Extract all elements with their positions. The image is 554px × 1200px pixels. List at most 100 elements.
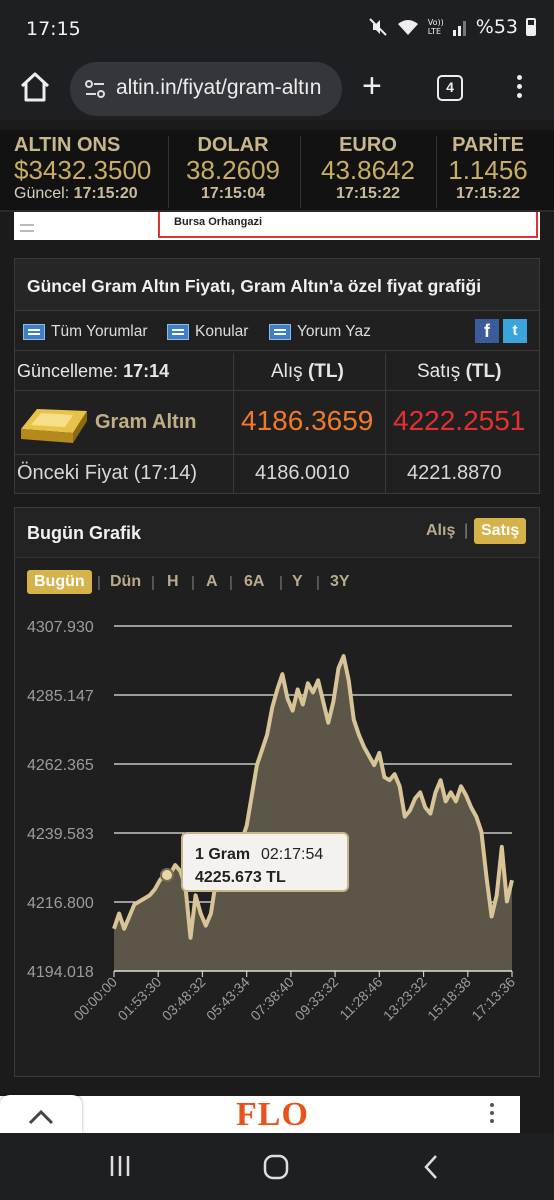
x-tick-label: 15:18:38 bbox=[424, 974, 474, 1024]
sell-price: 4222.2551 bbox=[393, 405, 526, 436]
comment-icon bbox=[269, 324, 291, 340]
ticker-time: 17:15:04 bbox=[200, 185, 266, 202]
prev-sell-price: 4221.8870 bbox=[407, 462, 502, 484]
tab-bugun[interactable]: Bugün bbox=[27, 570, 92, 594]
ticker-name: EURO bbox=[339, 134, 397, 156]
x-tick-label: 05:43:34 bbox=[203, 974, 253, 1024]
x-tick-label: 01:53:30 bbox=[114, 974, 164, 1024]
tab-dun[interactable]: Dün bbox=[103, 570, 148, 594]
price-chart[interactable]: 4307.930 4285.147 4262.365 4239.583 4216.800… bbox=[15, 604, 539, 1074]
prev-buy-price: 4186.0010 bbox=[255, 462, 350, 484]
sell-header-label: Satış bbox=[417, 361, 461, 382]
new-tab-button[interactable]: + bbox=[362, 69, 382, 103]
range-tabs: Bugün | Dün | H | A | 6A | Y | 3Y bbox=[15, 568, 541, 604]
tab-3y[interactable]: 3Y bbox=[323, 570, 357, 594]
url-text: altin.in/fiyat/gram-altın bbox=[116, 76, 322, 99]
update-time: 17:14 bbox=[123, 361, 170, 381]
tooltip-series: 1 Gram bbox=[195, 846, 250, 863]
prev-price-label: Önceki Fiyat (17:14) bbox=[17, 462, 198, 484]
link-topics[interactable]: Konular bbox=[167, 323, 248, 341]
link-label: Yorum Yaz bbox=[297, 323, 371, 340]
ticker-name: ALTIN ONS bbox=[14, 134, 121, 156]
twitter-icon[interactable]: t bbox=[503, 319, 527, 343]
chart-header: Bugün Grafik Alış | Satış bbox=[15, 508, 539, 558]
ad-menu-icon[interactable] bbox=[490, 1103, 496, 1127]
tooltip: 1 Gram 02:17:54 4225.673 TL bbox=[181, 832, 349, 892]
ticker-time: 17:15:22 bbox=[335, 185, 401, 202]
buy-header-label: Alış bbox=[271, 361, 303, 382]
price-area bbox=[114, 656, 512, 971]
status-time: 17:15 bbox=[26, 18, 81, 40]
chart-panel: Bugün Grafik Alış | Satış Bugün | Dün | … bbox=[14, 507, 540, 1077]
link-label: Konular bbox=[195, 323, 249, 340]
panel-title: Güncel Gram Altın Fiyatı, Gram Altın'a ö… bbox=[15, 259, 539, 311]
mute-icon bbox=[369, 18, 387, 36]
ticker-parite[interactable]: PARİTE 1.1456 17:15:22 bbox=[438, 134, 538, 204]
link-write-comment[interactable]: Yorum Yaz bbox=[269, 323, 371, 341]
browser-toolbar: altin.in/fiyat/gram-altın + 4 bbox=[0, 58, 554, 120]
chevron-up-icon bbox=[28, 1109, 54, 1125]
ad-banner-bottom[interactable]: FLO bbox=[0, 1093, 554, 1136]
menu-lines-icon bbox=[20, 224, 34, 232]
link-label: Tüm Yorumlar bbox=[51, 323, 148, 340]
gold-bar-icon bbox=[21, 409, 87, 443]
ticker-value: $3432.3500 bbox=[14, 155, 152, 185]
y-tick-label: 4216.800 bbox=[27, 895, 94, 912]
back-icon[interactable] bbox=[420, 1153, 444, 1181]
ticker-time: 17:15:20 bbox=[73, 185, 138, 202]
tooltip-time: 02:17:54 bbox=[261, 846, 323, 863]
ticker-time-label: Güncel: bbox=[14, 185, 70, 202]
buy-header: Alış (TL) bbox=[271, 361, 344, 383]
status-icons: Vo)) LTE %53 bbox=[368, 16, 536, 38]
collapse-ad-button[interactable] bbox=[0, 1095, 82, 1135]
x-tick-label: 07:38:40 bbox=[247, 974, 297, 1024]
chart-title: Bugün Grafik bbox=[27, 523, 142, 543]
switch-buy[interactable]: Alış bbox=[419, 518, 462, 544]
price-panel: Güncel Gram Altın Fiyatı, Gram Altın'a ö… bbox=[14, 258, 540, 494]
link-all-comments[interactable]: Tüm Yorumlar bbox=[23, 323, 147, 341]
x-tick-label: 00:00:00 bbox=[70, 974, 120, 1024]
sell-header: Satış (TL) bbox=[417, 361, 501, 383]
update-row: Güncelleme: 17:14 bbox=[17, 361, 169, 382]
wifi-icon bbox=[397, 20, 418, 35]
switch-sell[interactable]: Satış bbox=[474, 518, 527, 544]
battery-icon bbox=[526, 18, 536, 36]
ticker-dolar[interactable]: DOLAR 38.2609 17:15:04 bbox=[170, 134, 296, 204]
y-tick-label: 4307.930 bbox=[27, 619, 94, 636]
ticker-time: 17:15:22 bbox=[455, 185, 521, 202]
ticker-ons[interactable]: ALTIN ONS $3432.3500 Güncel: 17:15:20 bbox=[6, 134, 164, 204]
tab-switcher-button[interactable]: 4 bbox=[437, 75, 463, 101]
y-tick-label: 4285.147 bbox=[27, 688, 94, 705]
site-settings-icon[interactable] bbox=[82, 76, 108, 102]
price-ticker: ALTIN ONS $3432.3500 Güncel: 17:15:20 DO… bbox=[0, 130, 554, 212]
browser-menu-icon[interactable] bbox=[509, 72, 529, 102]
panel-links: Tüm Yorumlar Konular Yorum Yaz f t bbox=[15, 311, 539, 351]
ad-banner-top[interactable]: Bursa Orhangazi bbox=[14, 212, 540, 240]
x-tick-label: 03:48:32 bbox=[159, 974, 209, 1024]
buy-header-unit: (TL) bbox=[307, 361, 344, 382]
comment-icon bbox=[23, 324, 45, 340]
update-label: Güncelleme: bbox=[17, 361, 119, 381]
tab-y[interactable]: Y bbox=[285, 570, 310, 594]
y-tick-label: 4239.583 bbox=[27, 826, 94, 843]
x-tick-label: 13:23:32 bbox=[380, 974, 430, 1024]
recents-icon[interactable] bbox=[108, 1153, 134, 1179]
ticker-value: 38.2609 bbox=[186, 155, 280, 185]
signal-icon bbox=[452, 21, 466, 36]
home-icon[interactable] bbox=[18, 70, 52, 104]
ad-text: Bursa Orhangazi bbox=[158, 212, 538, 238]
tab-a[interactable]: A bbox=[199, 570, 225, 594]
tab-h[interactable]: H bbox=[160, 570, 186, 594]
x-tick-label: 09:33:32 bbox=[291, 974, 341, 1024]
battery-percent: %53 bbox=[475, 16, 518, 38]
tooltip-marker[interactable] bbox=[160, 868, 174, 882]
home-nav-icon[interactable] bbox=[262, 1153, 290, 1181]
comment-icon bbox=[167, 324, 189, 340]
y-tick-label: 4194.018 bbox=[27, 964, 94, 981]
tab-6a[interactable]: 6A bbox=[237, 570, 271, 594]
ticker-value: 1.1456 bbox=[448, 155, 528, 185]
product-name: Gram Altın bbox=[95, 411, 197, 433]
ticker-euro[interactable]: EURO 43.8642 17:15:22 bbox=[302, 134, 434, 204]
address-bar[interactable]: altin.in/fiyat/gram-altın bbox=[70, 62, 342, 116]
facebook-icon[interactable]: f bbox=[475, 319, 499, 343]
